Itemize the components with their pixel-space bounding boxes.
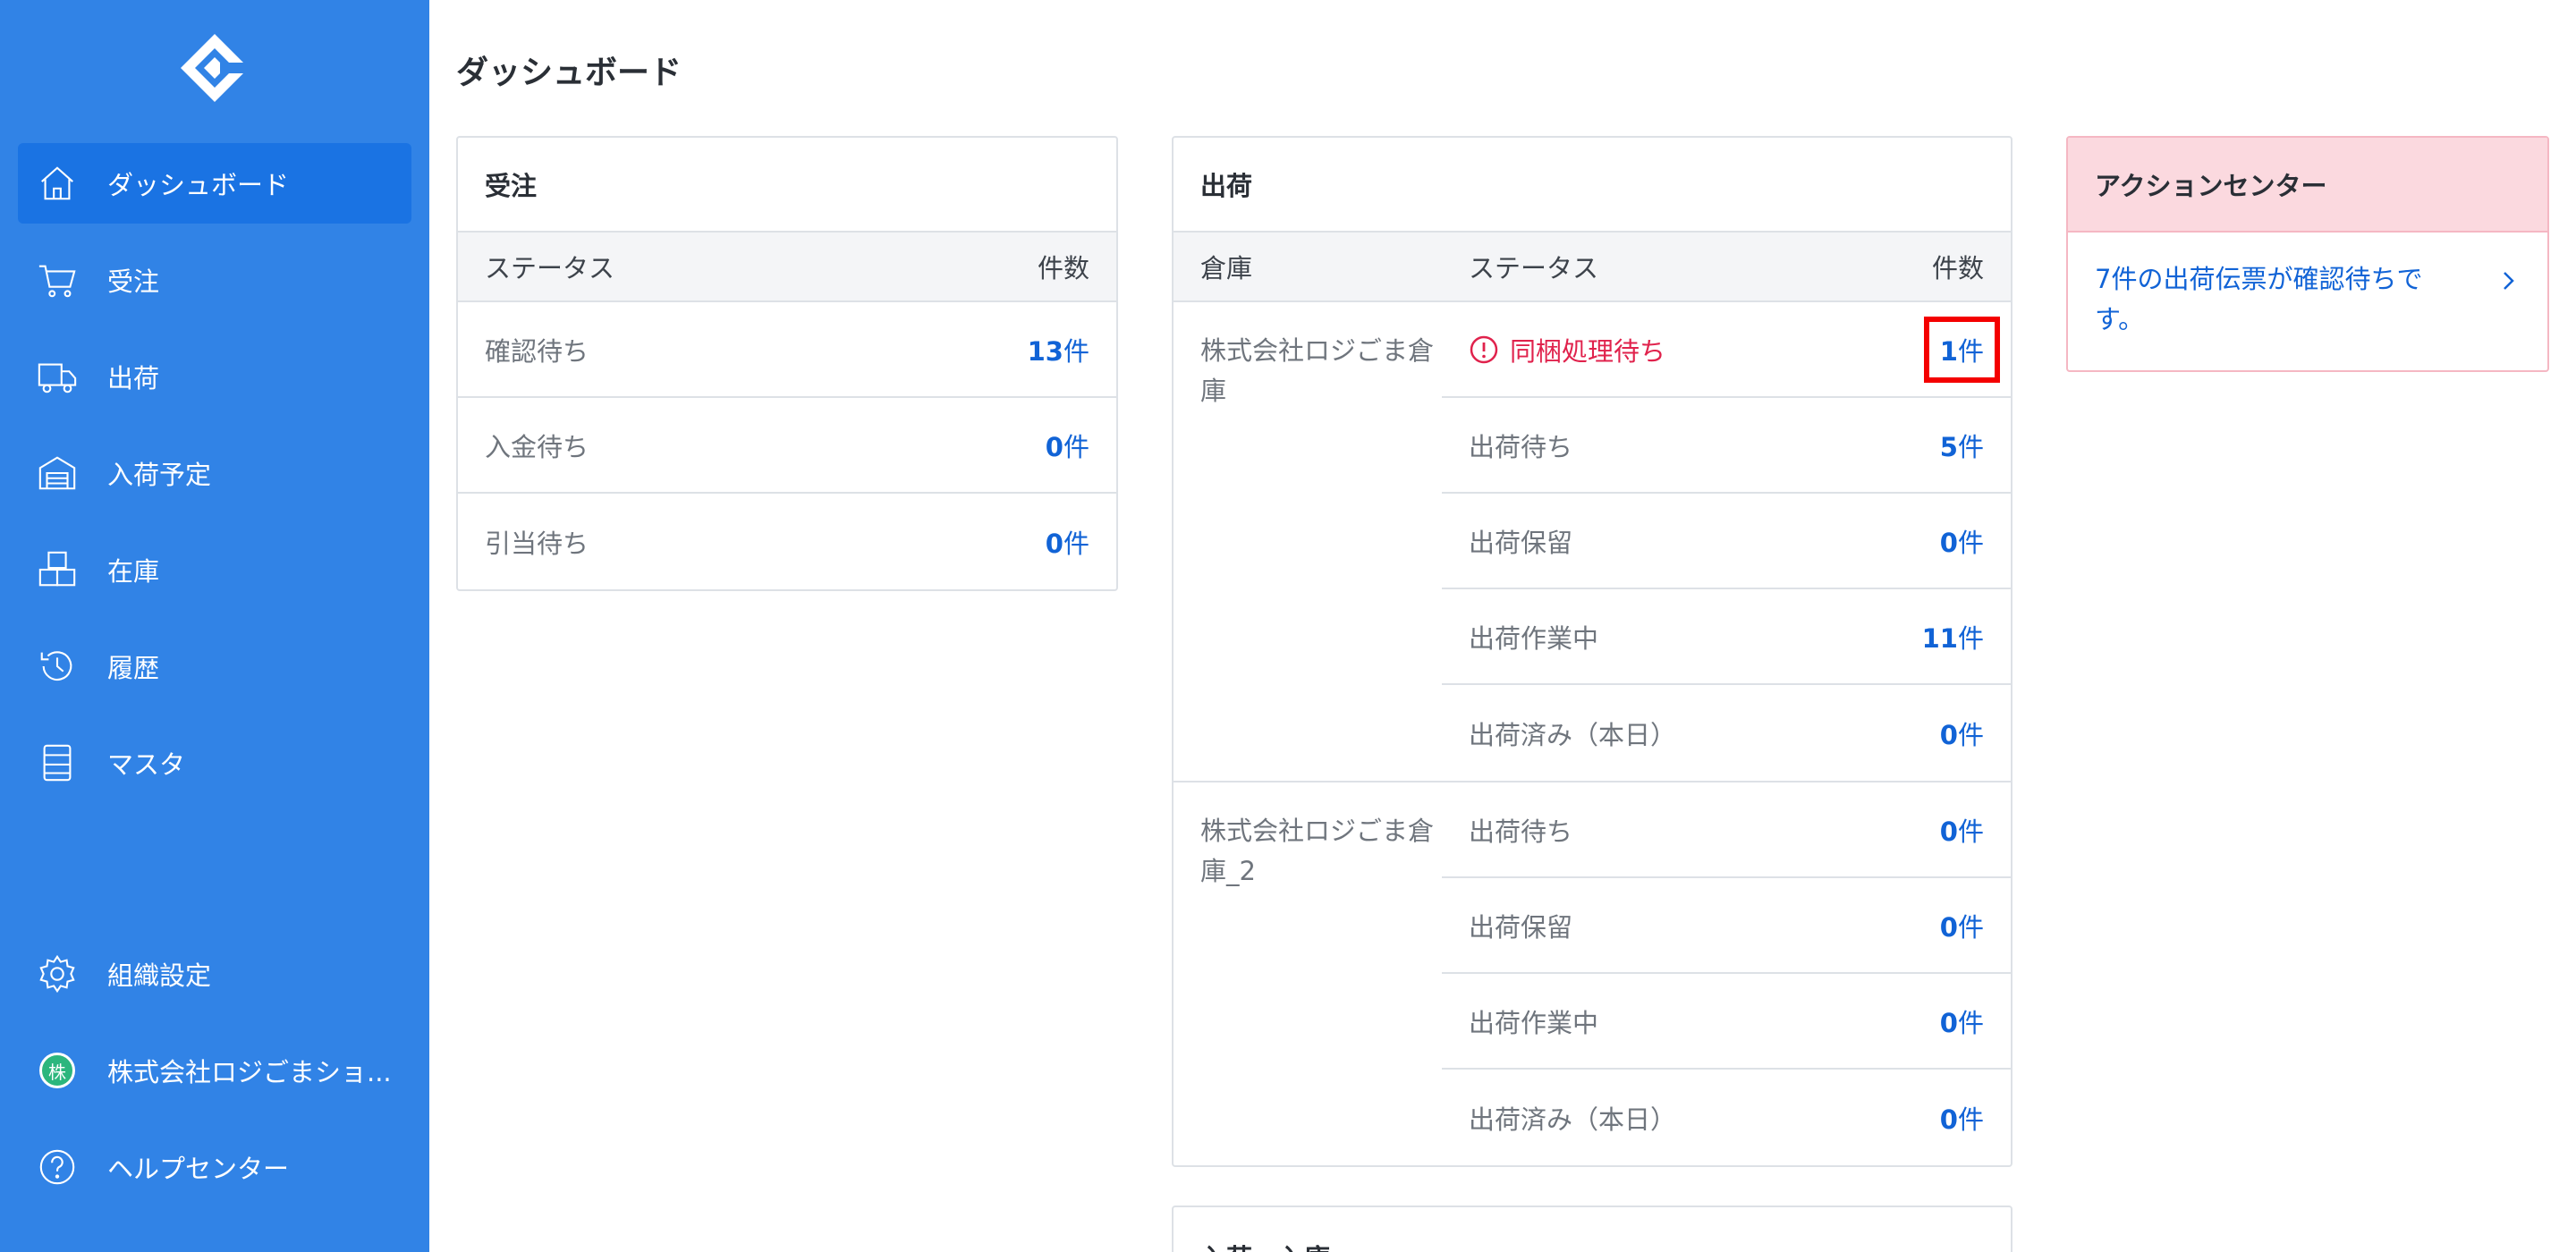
alert-circle-icon bbox=[1470, 335, 1498, 363]
row-status: 出荷作業中 bbox=[1469, 622, 1599, 654]
sidebar-item-organization[interactable]: 株 株式会社ロジごまショ... bbox=[18, 1030, 411, 1111]
table-row[interactable]: 出荷済み（本日） 0件 bbox=[1442, 685, 2011, 781]
column-header-count: 件数 bbox=[1931, 253, 1984, 283]
column-header-warehouse: 倉庫 bbox=[1200, 253, 1253, 283]
row-count-link[interactable]: 0件 bbox=[1940, 1099, 1984, 1137]
row-status: 出荷保留 bbox=[1469, 911, 1573, 943]
column-header-count: 件数 bbox=[1037, 253, 1089, 283]
warehouse-group: 株式会社ロジごま倉庫 同梱処理待ち 1件 出荷待ち 5件 出荷保留 0件 出荷作… bbox=[1174, 302, 2011, 782]
sidebar-item-label: 受注 bbox=[107, 266, 160, 297]
table-row[interactable]: 出荷待ち 5件 bbox=[1442, 398, 2011, 494]
receiving-card-title: 入荷・入庫 bbox=[1174, 1207, 2011, 1252]
table-row[interactable]: 出荷保留 0件 bbox=[1442, 878, 2011, 974]
sidebar-item-label: ダッシュボード bbox=[107, 170, 290, 200]
row-count-link[interactable]: 0件 bbox=[1046, 427, 1089, 464]
orders-card: 受注 ステータス 件数 確認待ち 13件 入金待ち 0件 引当待ち 0件 bbox=[456, 136, 1118, 591]
help-icon bbox=[36, 1146, 79, 1189]
chevron-right-icon bbox=[2504, 272, 2514, 290]
row-status: 出荷済み（本日） bbox=[1469, 1104, 1677, 1135]
row-status: 出荷待ち bbox=[1469, 816, 1573, 847]
shipments-card-title: 出荷 bbox=[1174, 138, 2011, 233]
app-logo-icon[interactable] bbox=[179, 32, 250, 104]
row-count-link[interactable]: 1件 bbox=[1923, 316, 2000, 383]
page-title: ダッシュボード bbox=[456, 55, 682, 91]
warehouse-group: 株式会社ロジごま倉庫_2 出荷待ち 0件 出荷保留 0件 出荷作業中 0件 出荷… bbox=[1174, 782, 2011, 1165]
column-header-status: ステータス bbox=[485, 253, 615, 283]
row-count-link[interactable]: 13件 bbox=[1028, 331, 1089, 368]
table-row[interactable]: 出荷作業中 11件 bbox=[1442, 589, 2011, 685]
truck-icon bbox=[36, 355, 79, 398]
warehouse-name: 株式会社ロジごま倉庫 bbox=[1200, 335, 1435, 406]
org-avatar: 株 bbox=[39, 1053, 75, 1088]
row-count-link[interactable]: 0件 bbox=[1940, 1002, 1984, 1040]
action-center-title: アクションセンター bbox=[2068, 138, 2547, 233]
table-row[interactable]: 出荷待ち 0件 bbox=[1442, 782, 2011, 878]
column-header-status: ステータス bbox=[1469, 253, 1599, 283]
table-row[interactable]: 出荷作業中 0件 bbox=[1442, 974, 2011, 1070]
sidebar: ダッシュボード 受注 出荷 入荷予定 在庫 履歴 マスタ 組織設定 株 株式会社… bbox=[0, 0, 429, 1252]
sidebar-item-label: ヘルプセンター bbox=[107, 1154, 290, 1184]
table-row[interactable]: 確認待ち 13件 bbox=[458, 302, 1116, 398]
sidebar-item-history[interactable]: 履歴 bbox=[18, 626, 411, 706]
row-status: 引当待ち bbox=[485, 528, 589, 559]
warehouse-name: 株式会社ロジごま倉庫_2 bbox=[1200, 816, 1435, 886]
sidebar-item-label: 履歴 bbox=[107, 653, 160, 683]
sidebar-item-orders[interactable]: 受注 bbox=[18, 240, 411, 320]
table-row[interactable]: 出荷保留 0件 bbox=[1442, 494, 2011, 589]
table-row[interactable]: 出荷済み（本日） 0件 bbox=[1442, 1070, 2011, 1165]
sidebar-item-label: 入荷予定 bbox=[107, 460, 212, 490]
action-center-item[interactable]: 7件の出荷伝票が確認待ちです。 bbox=[2068, 233, 2547, 370]
table-row[interactable]: 入金待ち 0件 bbox=[458, 398, 1116, 494]
sidebar-item-label: マスタ bbox=[107, 749, 186, 780]
boxes-icon bbox=[36, 548, 79, 591]
sidebar-item-inventory[interactable]: 在庫 bbox=[18, 529, 411, 610]
receiving-card: 入荷・入庫 bbox=[1172, 1205, 2012, 1252]
orders-table-header: ステータス 件数 bbox=[458, 233, 1116, 302]
sidebar-item-label: 株式会社ロジごまショ... bbox=[107, 1057, 392, 1087]
sidebar-item-label: 組織設定 bbox=[107, 960, 212, 991]
row-status: 出荷待ち bbox=[1469, 431, 1573, 462]
table-row[interactable]: 引当待ち 0件 bbox=[458, 494, 1116, 589]
row-count-link[interactable]: 0件 bbox=[1940, 522, 1984, 560]
row-status: 出荷保留 bbox=[1469, 527, 1573, 558]
row-count-link[interactable]: 0件 bbox=[1940, 715, 1984, 752]
sidebar-item-label: 出荷 bbox=[107, 363, 160, 393]
row-status: 入金待ち bbox=[485, 431, 589, 462]
warehouse-icon bbox=[36, 452, 79, 495]
sidebar-item-master[interactable]: マスタ bbox=[18, 723, 411, 803]
sidebar-item-shipments[interactable]: 出荷 bbox=[18, 336, 411, 417]
shipments-card: 出荷 倉庫 ステータス 件数 株式会社ロジごま倉庫 同梱処理待ち 1件 出荷待ち bbox=[1172, 136, 2012, 1167]
sidebar-item-arrivals[interactable]: 入荷予定 bbox=[18, 433, 411, 513]
row-count-link[interactable]: 11件 bbox=[1922, 618, 1984, 656]
row-status: 出荷済み（本日） bbox=[1469, 719, 1677, 750]
gear-icon bbox=[36, 952, 79, 995]
row-status: 確認待ち bbox=[485, 335, 589, 367]
sidebar-item-label: 在庫 bbox=[107, 556, 160, 587]
sidebar-item-dashboard[interactable]: ダッシュボード bbox=[18, 143, 411, 224]
action-center-message: 7件の出荷伝票が確認待ちです。 bbox=[2095, 264, 2423, 334]
sidebar-item-help-center[interactable]: ヘルプセンター bbox=[18, 1127, 411, 1207]
table-row[interactable]: 同梱処理待ち 1件 bbox=[1442, 302, 2011, 398]
row-count-link[interactable]: 0件 bbox=[1940, 907, 1984, 944]
row-status: 同梱処理待ち bbox=[1510, 335, 1666, 367]
cart-icon bbox=[36, 258, 79, 301]
sidebar-item-org-settings[interactable]: 組織設定 bbox=[18, 934, 411, 1014]
row-count-link[interactable]: 0件 bbox=[1940, 811, 1984, 849]
history-icon bbox=[36, 645, 79, 688]
action-center-card: アクションセンター 7件の出荷伝票が確認待ちです。 bbox=[2066, 136, 2549, 372]
shipments-table-header: 倉庫 ステータス 件数 bbox=[1174, 233, 2011, 302]
home-icon bbox=[36, 162, 79, 205]
list-icon bbox=[36, 741, 79, 784]
row-count-link[interactable]: 5件 bbox=[1940, 427, 1984, 464]
orders-card-title: 受注 bbox=[458, 138, 1116, 233]
row-status: 出荷作業中 bbox=[1469, 1007, 1599, 1038]
row-count-link[interactable]: 0件 bbox=[1046, 523, 1089, 561]
